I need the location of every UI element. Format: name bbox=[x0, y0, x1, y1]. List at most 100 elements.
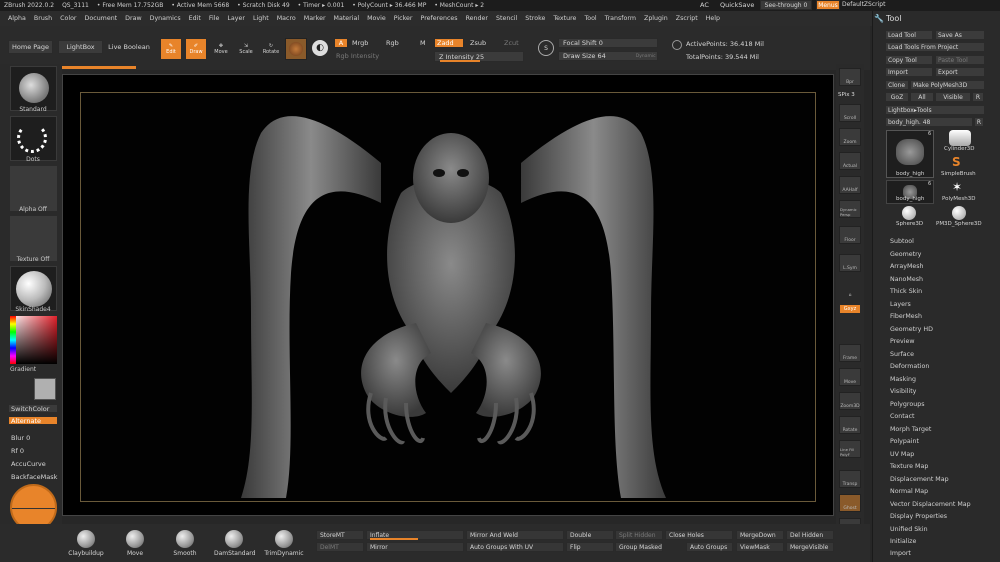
live-boolean-button[interactable]: Live Boolean bbox=[106, 40, 152, 54]
make-polymesh-button[interactable]: Make PolyMesh3D bbox=[910, 80, 985, 90]
pm3d-sphere-icon[interactable] bbox=[952, 206, 966, 220]
blur-slider[interactable]: Blur 0 bbox=[11, 434, 30, 442]
r-button[interactable]: R bbox=[972, 92, 984, 102]
copy-tool-button[interactable]: Copy Tool bbox=[885, 55, 933, 65]
mergedown-button[interactable]: MergeDown bbox=[736, 530, 784, 540]
color-toggle-icon[interactable]: ◐ bbox=[312, 40, 328, 56]
menu-draw[interactable]: Draw bbox=[125, 15, 141, 22]
polyf-button[interactable]: Line Fill PolyF bbox=[839, 440, 861, 458]
menu-brush[interactable]: Brush bbox=[34, 15, 52, 22]
viewmask-button[interactable]: ViewMask bbox=[736, 542, 784, 552]
texture-thumbnail[interactable] bbox=[10, 216, 57, 261]
auto-groups-button[interactable]: Auto Groups bbox=[686, 542, 733, 552]
ghost-button[interactable]: Ghost bbox=[839, 494, 861, 512]
zoom3d-button[interactable]: Zoom3D bbox=[839, 392, 861, 410]
subpalette-polypaint[interactable]: Polypaint bbox=[890, 438, 919, 445]
split-hidden-button[interactable]: Split Hidden bbox=[615, 530, 663, 540]
backface-mask-button[interactable]: BackfaceMask bbox=[11, 473, 57, 481]
group-masked-button[interactable]: Group Masked bbox=[615, 542, 663, 552]
spix-slider[interactable]: SPix 3 bbox=[838, 92, 855, 98]
subpalette-polygroups[interactable]: Polygroups bbox=[890, 401, 924, 408]
zadd-button[interactable]: Zadd bbox=[434, 38, 464, 48]
scale-button[interactable]: ⇲ Scale bbox=[235, 38, 257, 60]
material-thumbnail[interactable] bbox=[10, 266, 57, 311]
subpalette-contact[interactable]: Contact bbox=[890, 413, 915, 420]
draw-size-slider[interactable]: Draw Size 64 Dynamic bbox=[558, 51, 658, 61]
visible-button[interactable]: Visible bbox=[935, 92, 971, 102]
m-button[interactable]: M bbox=[420, 39, 426, 47]
sphere3d-icon[interactable] bbox=[902, 206, 916, 220]
home-page-button[interactable]: Home Page bbox=[8, 40, 53, 54]
menu-light[interactable]: Light bbox=[253, 15, 269, 22]
transp-button[interactable]: Transp bbox=[839, 470, 861, 488]
subpalette-uv-map[interactable]: UV Map bbox=[890, 451, 914, 458]
lightbox-tools-button[interactable]: Lightbox▸Tools bbox=[885, 105, 985, 115]
menu-render[interactable]: Render bbox=[466, 15, 488, 22]
polymesh-star-icon[interactable]: ✶ bbox=[952, 180, 962, 194]
zcut-button[interactable]: Zcut bbox=[504, 39, 519, 47]
secondary-color[interactable] bbox=[34, 378, 56, 400]
rf-slider[interactable]: Rf 0 bbox=[11, 447, 24, 455]
flip-button[interactable]: Flip bbox=[566, 542, 614, 552]
subpalette-morph-target[interactable]: Morph Target bbox=[890, 426, 931, 433]
floor-button[interactable]: Floor bbox=[839, 226, 861, 244]
del-hidden-button[interactable]: Del Hidden bbox=[786, 530, 834, 540]
alternate-button[interactable]: Alternate bbox=[8, 416, 58, 425]
clone-button[interactable]: Clone bbox=[885, 80, 909, 90]
load-from-project-button[interactable]: Load Tools From Project bbox=[885, 42, 985, 52]
stroke-icon[interactable]: S bbox=[538, 40, 554, 56]
document-canvas[interactable] bbox=[80, 92, 816, 502]
subpalette-texture-map[interactable]: Texture Map bbox=[890, 463, 928, 470]
frame-button[interactable]: Frame bbox=[839, 344, 861, 362]
subpalette-surface[interactable]: Surface bbox=[890, 351, 914, 358]
edit-button[interactable]: ✎ Edit bbox=[160, 38, 182, 60]
accucurve-button[interactable]: AccuCurve bbox=[11, 460, 46, 468]
subpalette-vector-displacement[interactable]: Vector Displacement Map bbox=[890, 501, 971, 508]
menu-help[interactable]: Help bbox=[706, 15, 720, 22]
rotate-button[interactable]: ↻ Rotate bbox=[260, 38, 282, 60]
menu-color[interactable]: Color bbox=[60, 15, 76, 22]
default-zscript[interactable]: DefaultZScript bbox=[842, 1, 885, 8]
brush-thumbnail[interactable] bbox=[10, 66, 57, 111]
see-through-slider[interactable]: See-through 0 bbox=[760, 0, 812, 10]
menu-stencil[interactable]: Stencil bbox=[496, 15, 517, 22]
gxyz-button[interactable]: Gxyz bbox=[839, 304, 861, 314]
menu-transform[interactable]: Transform bbox=[605, 15, 636, 22]
menu-preferences[interactable]: Preferences bbox=[421, 15, 458, 22]
material-swatch[interactable] bbox=[285, 38, 307, 60]
paste-tool-button[interactable]: Paste Tool bbox=[935, 55, 985, 65]
save-as-button[interactable]: Save As bbox=[935, 30, 985, 40]
move-button[interactable]: ✥ Move bbox=[210, 38, 232, 60]
mergevisible-button[interactable]: MergeVisible bbox=[786, 542, 834, 552]
subpalette-fibermesh[interactable]: FiberMesh bbox=[890, 313, 922, 320]
lsym-button[interactable]: L.Sym bbox=[839, 254, 861, 272]
menu-texture[interactable]: Texture bbox=[553, 15, 576, 22]
lightbox-button[interactable]: LightBox bbox=[58, 40, 103, 54]
tool-header[interactable]: Tool bbox=[886, 14, 902, 23]
a-toggle[interactable]: A bbox=[334, 38, 348, 48]
menu-dynamics[interactable]: Dynamics bbox=[150, 15, 181, 22]
actual-button[interactable]: Actual bbox=[839, 152, 861, 170]
scroll-button[interactable]: Scroll bbox=[839, 104, 861, 122]
subpalette-geometry-hd[interactable]: Geometry HD bbox=[890, 326, 933, 333]
subpalette-arraymesh[interactable]: ArrayMesh bbox=[890, 263, 924, 270]
local-icon[interactable]: ⌂ bbox=[839, 278, 861, 298]
color-picker[interactable] bbox=[10, 316, 57, 364]
cylinder-icon[interactable] bbox=[949, 130, 971, 146]
focal-shift-slider[interactable]: Focal Shift 0 bbox=[558, 38, 658, 48]
mrgb-button[interactable]: Mrgb bbox=[352, 39, 368, 47]
all-button[interactable]: All bbox=[910, 92, 934, 102]
brush-damstandard[interactable]: DamStandard bbox=[214, 530, 255, 557]
brush-move[interactable]: Move bbox=[115, 530, 155, 557]
brush-trimdynamic[interactable]: TrimDynamic bbox=[264, 530, 304, 557]
double-button[interactable]: Double bbox=[566, 530, 614, 540]
subpalette-subtool[interactable]: Subtool bbox=[890, 238, 914, 245]
subpalette-display-properties[interactable]: Display Properties bbox=[890, 513, 947, 520]
r2-button[interactable]: R bbox=[974, 117, 984, 127]
menu-alpha[interactable]: Alpha bbox=[8, 15, 26, 22]
subpalette-thickskin[interactable]: Thick Skin bbox=[890, 288, 922, 295]
delmt-button[interactable]: DelMT bbox=[316, 542, 364, 552]
switch-color-button[interactable]: SwitchColor bbox=[8, 404, 58, 413]
subpalette-deformation[interactable]: Deformation bbox=[890, 363, 929, 370]
bpr-button[interactable]: Bpr bbox=[839, 68, 861, 86]
